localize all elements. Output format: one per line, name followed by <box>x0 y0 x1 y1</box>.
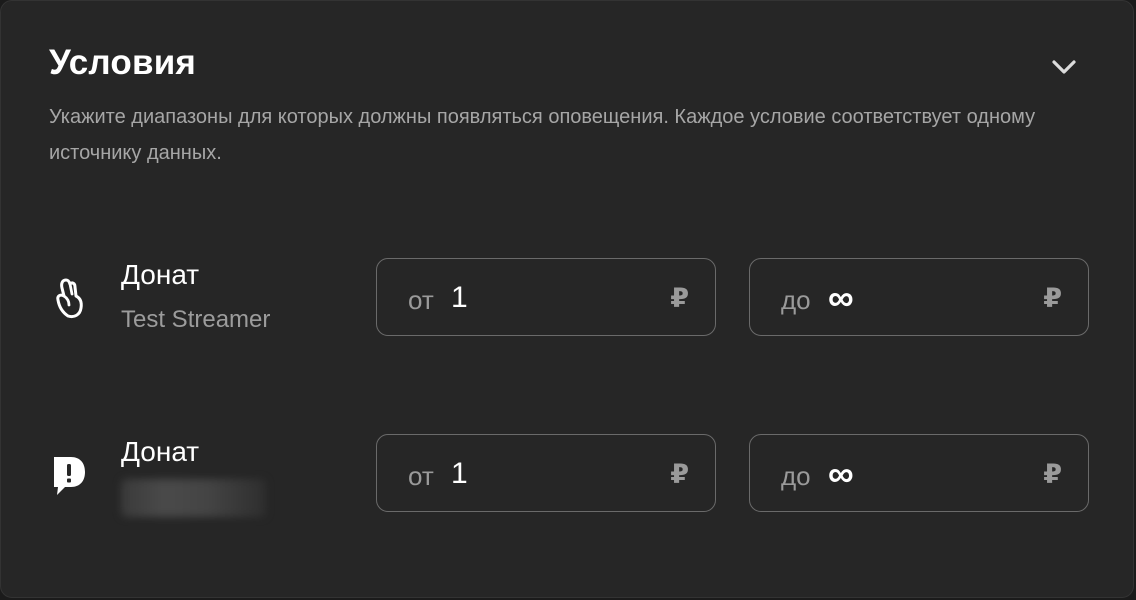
ruble-icon: ₽ <box>670 459 689 489</box>
min-amount-field[interactable]: от 1 ₽ <box>376 434 716 512</box>
max-amount-field[interactable]: до ∞ ₽ <box>749 434 1089 512</box>
field-value: ∞ <box>828 277 854 318</box>
field-value: ∞ <box>828 453 854 494</box>
source-name: Донат <box>121 436 200 467</box>
chevron-down-icon <box>1052 60 1076 74</box>
conditions-card: Условия Укажите диапазоны для которых до… <box>0 0 1134 598</box>
donationalerts-icon <box>54 457 85 495</box>
field-value: 1 <box>451 457 468 490</box>
source-name: Донат <box>121 259 200 290</box>
collapse-toggle[interactable] <box>1046 51 1082 83</box>
max-amount-field[interactable]: до ∞ ₽ <box>749 258 1089 336</box>
field-prefix: до <box>781 461 811 491</box>
hand-gesture-icon <box>56 278 83 319</box>
section-description: Укажите диапазоны для которых должны поя… <box>49 106 1036 164</box>
source-subtitle: Test Streamer <box>121 306 271 333</box>
min-amount-field[interactable]: от 1 ₽ <box>376 258 716 336</box>
field-prefix: до <box>781 285 811 315</box>
ruble-icon: ₽ <box>1043 283 1062 313</box>
redacted-subtitle <box>121 479 266 517</box>
field-value: 1 <box>451 281 468 314</box>
field-prefix: от <box>408 285 434 315</box>
field-prefix: от <box>408 461 434 491</box>
ruble-icon: ₽ <box>1043 459 1062 489</box>
ruble-icon: ₽ <box>670 283 689 313</box>
section-title: Условия <box>49 43 197 82</box>
